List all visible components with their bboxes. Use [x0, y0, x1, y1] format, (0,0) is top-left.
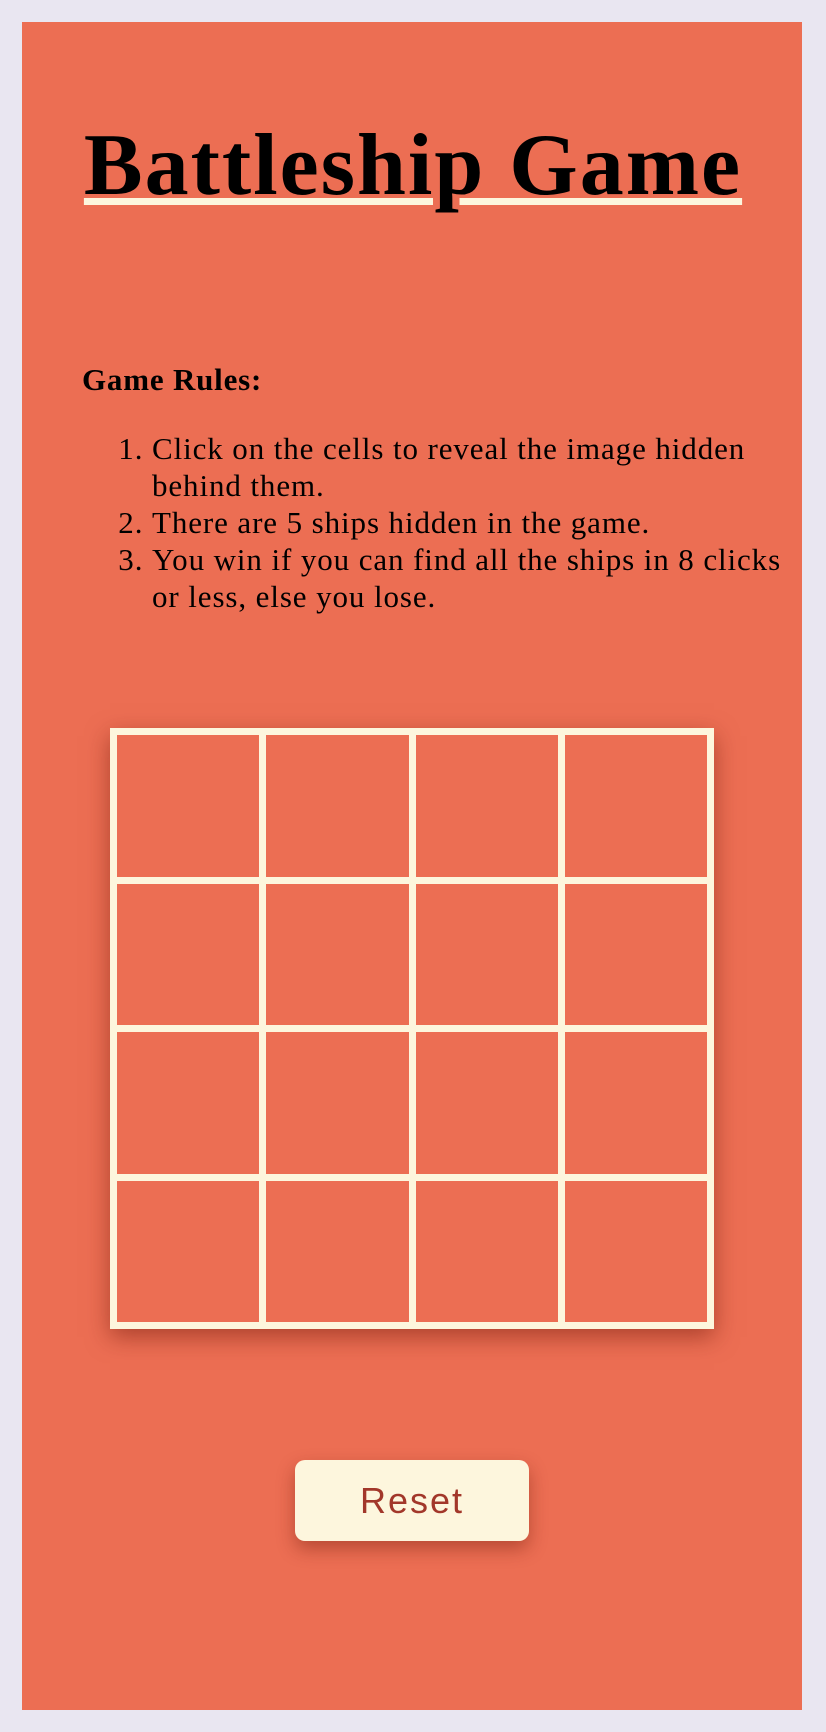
game-board — [110, 728, 714, 1329]
rule-item: There are 5 ships hidden in the game. — [152, 504, 812, 541]
board-cell-r1-c2[interactable] — [266, 735, 409, 877]
board-cell-r1-c4[interactable] — [564, 735, 707, 877]
board-cell-r3-c2[interactable] — [266, 1032, 409, 1174]
board-cell-r4-c4[interactable] — [564, 1180, 707, 1322]
rules-heading: Game Rules: — [82, 362, 263, 397]
rules-list: Click on the cells to reveal the image h… — [104, 430, 812, 615]
board-cell-r1-c3[interactable] — [415, 735, 558, 877]
rule-item: You win if you can find all the ships in… — [152, 541, 812, 615]
board-cell-r3-c4[interactable] — [564, 1032, 707, 1174]
page-title: Battleship Game — [83, 117, 743, 214]
rule-item: Click on the cells to reveal the image h… — [152, 430, 812, 504]
board-cell-r4-c1[interactable] — [117, 1180, 260, 1322]
board-cell-r4-c3[interactable] — [415, 1180, 558, 1322]
board-cell-r2-c1[interactable] — [117, 883, 260, 1025]
board-cell-r4-c2[interactable] — [266, 1180, 409, 1322]
reset-button[interactable]: Reset — [295, 1460, 529, 1541]
board-cell-r1-c1[interactable] — [117, 735, 260, 877]
board-cell-r2-c2[interactable] — [266, 883, 409, 1025]
board-cell-r3-c3[interactable] — [415, 1032, 558, 1174]
board-cell-r3-c1[interactable] — [117, 1032, 260, 1174]
board-cell-r2-c4[interactable] — [564, 883, 707, 1025]
board-cell-r2-c3[interactable] — [415, 883, 558, 1025]
